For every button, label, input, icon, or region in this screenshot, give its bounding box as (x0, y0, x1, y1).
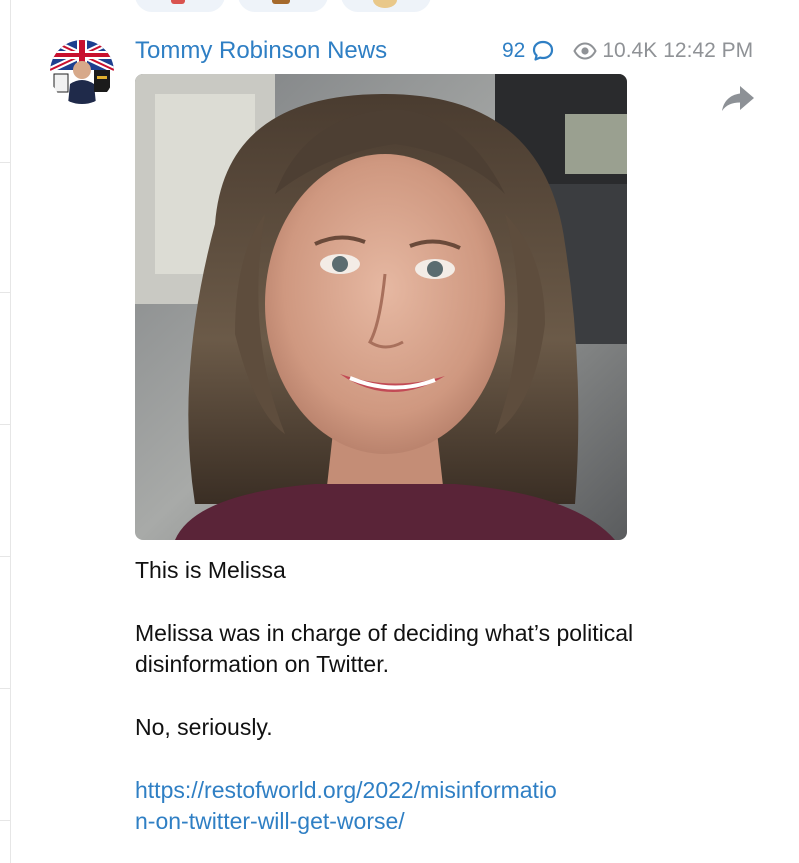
reaction-emoji-icon (171, 0, 185, 4)
list-divider (0, 556, 10, 557)
channel-avatar[interactable] (50, 40, 114, 104)
message-line: This is Melissa (135, 557, 286, 583)
reaction-chip[interactable] (341, 0, 431, 12)
post-meta: 92 10.4K 12:42 PM (502, 37, 753, 65)
list-divider (0, 292, 10, 293)
reaction-emoji-icon (272, 0, 290, 4)
avatar-image (50, 40, 114, 104)
reaction-chip[interactable] (135, 0, 225, 12)
portrait-image (135, 74, 627, 540)
message-line: Melissa was in charge of deciding what’s… (135, 620, 634, 677)
comments-count[interactable]: 92 (502, 39, 525, 63)
list-divider (0, 162, 10, 163)
list-divider (0, 820, 10, 821)
article-link[interactable]: https://restofworld.org/2022/misinformat… (135, 775, 565, 837)
channel-name[interactable]: Tommy Robinson News (135, 37, 387, 65)
chat-list-edge (0, 0, 11, 863)
post-time: 12:42 PM (663, 39, 754, 62)
reaction-chip[interactable] (238, 0, 328, 12)
comment-bubble-icon[interactable] (531, 39, 555, 63)
message-line: No, seriously. (135, 714, 273, 740)
list-divider (0, 424, 10, 425)
eye-icon (573, 42, 597, 60)
list-divider (0, 688, 10, 689)
message-body: This is Melissa Melissa was in charge of… (135, 555, 655, 837)
share-arrow-icon[interactable] (720, 82, 756, 114)
reaction-emoji-icon (373, 0, 397, 8)
post-photo[interactable] (135, 74, 627, 540)
view-count: 10.4K (602, 39, 658, 62)
